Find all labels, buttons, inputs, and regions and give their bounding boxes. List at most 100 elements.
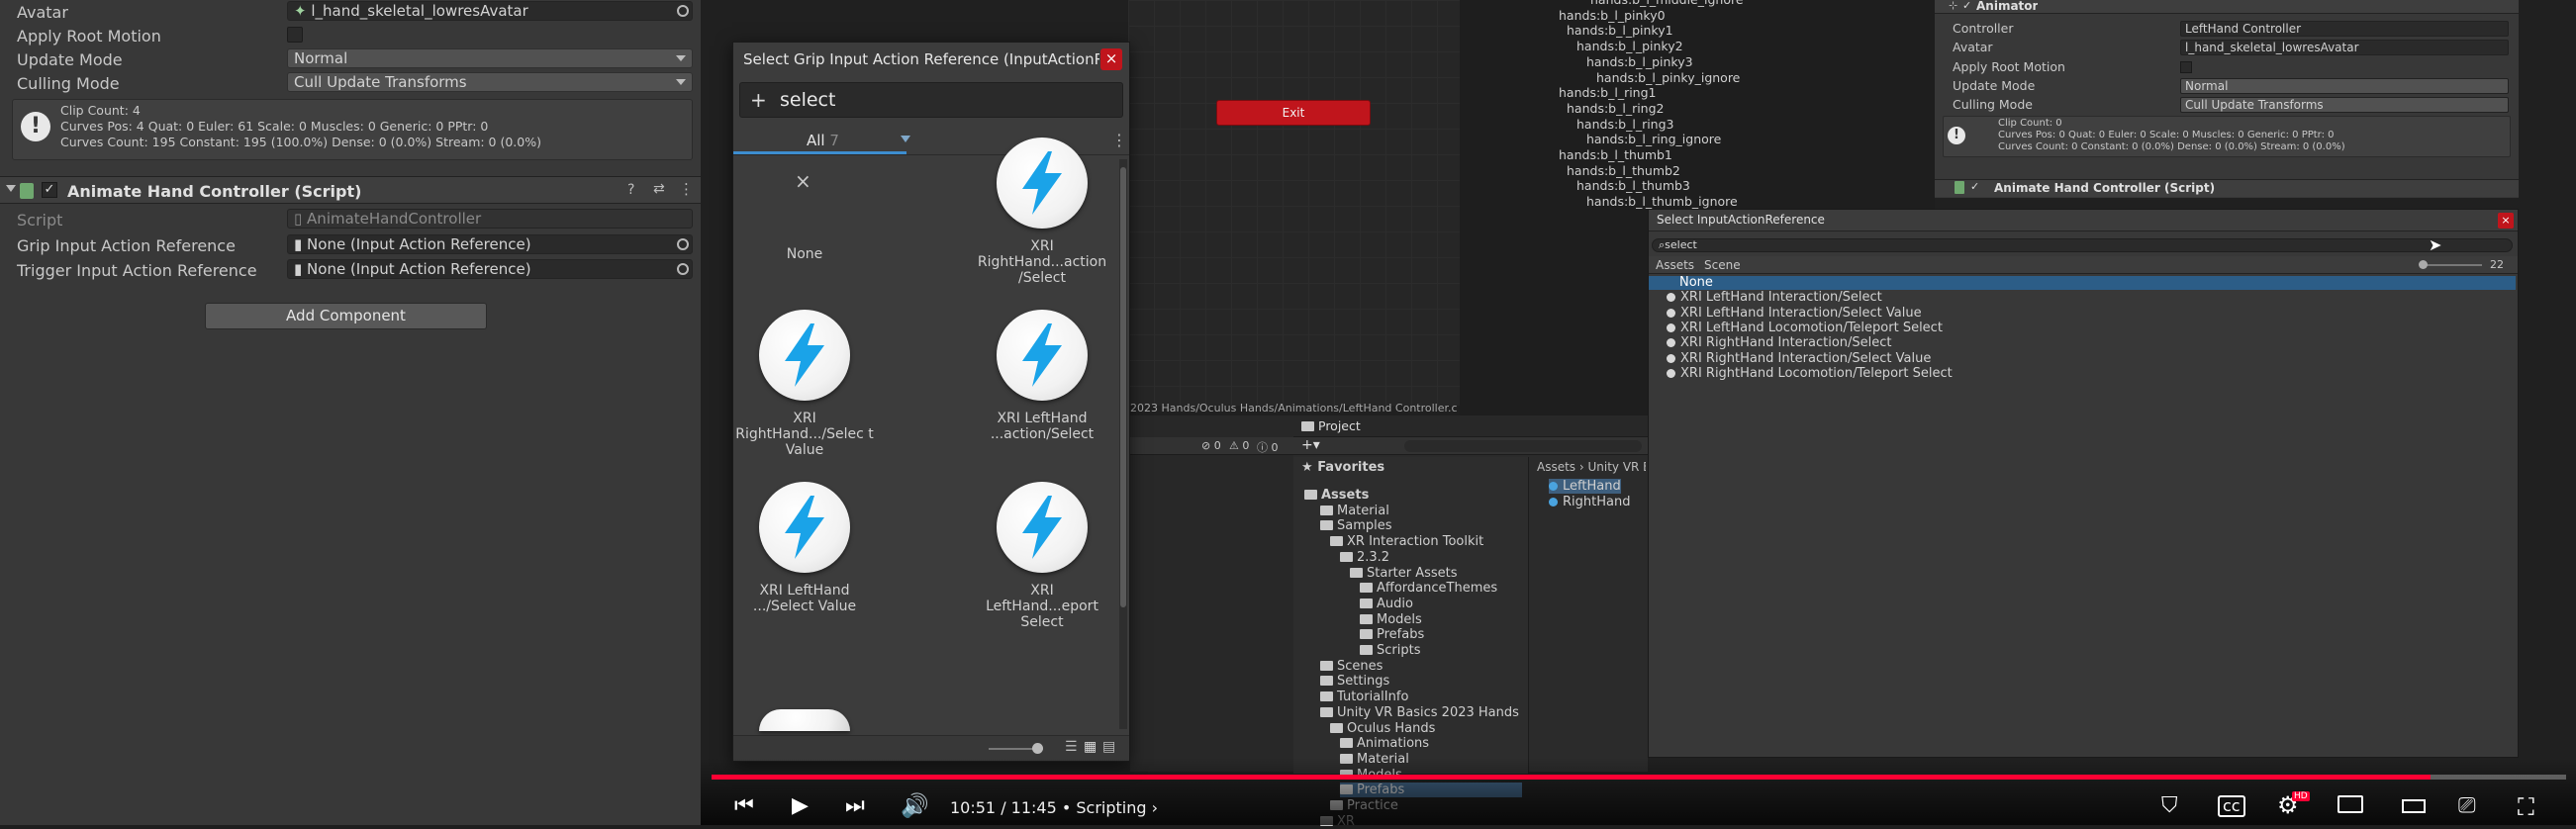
hierarchy-item[interactable]: hands:b_l_ring3 bbox=[1576, 117, 1674, 132]
chapter-text[interactable]: Scripting bbox=[1076, 798, 1146, 817]
enable-checkbox[interactable]: ✓ bbox=[42, 182, 57, 198]
select-item[interactable]: XRI LeftHand Interaction/Select Value bbox=[1667, 306, 1922, 321]
popup-search-input[interactable]: + select bbox=[739, 82, 1123, 118]
table-view-icon[interactable]: ▤ bbox=[1102, 739, 1115, 755]
component-header[interactable]: ✓ Animate Hand Controller (Script) ? ⇄ ⋮ bbox=[0, 176, 701, 204]
enable-checkbox[interactable]: ✓ bbox=[1970, 180, 1979, 193]
update-mode-dropdown[interactable]: Normal bbox=[2180, 78, 2509, 94]
project-tree-item[interactable]: Scripts bbox=[1360, 643, 1420, 658]
select-item[interactable]: XRI RightHand Interaction/Select Value bbox=[1667, 351, 1931, 366]
object-picker-icon[interactable] bbox=[677, 263, 689, 275]
sponsor-icon[interactable]: ⛉ bbox=[2161, 793, 2178, 818]
tab-assets[interactable]: Assets bbox=[1656, 258, 1694, 272]
hierarchy-item[interactable]: hands:b_l_pinky_ignore bbox=[1596, 70, 1740, 85]
hierarchy-item[interactable]: hands:b_l_pinky2 bbox=[1576, 39, 1683, 53]
project-tree-item[interactable]: XR Interaction Toolkit bbox=[1330, 534, 1483, 549]
select-item-none[interactable]: None bbox=[1679, 275, 1713, 290]
animator-header[interactable]: ⊹ ✓ Animator bbox=[1935, 0, 2519, 14]
animator-graph[interactable] bbox=[1128, 0, 1460, 406]
progress-track[interactable] bbox=[712, 775, 2566, 780]
add-icon[interactable]: +▾ bbox=[1301, 437, 1320, 453]
select-item[interactable]: XRI LeftHand Interaction/Select bbox=[1667, 290, 1882, 305]
hierarchy-item[interactable]: hands:b_l_pinky3 bbox=[1586, 54, 1693, 69]
project-tree-item[interactable]: Starter Assets bbox=[1350, 566, 1458, 581]
project-tree-item[interactable]: 2.3.2 bbox=[1340, 550, 1389, 565]
avatar-field[interactable]: l_hand_skeletal_lowresAvatar bbox=[2180, 40, 2509, 55]
favorites-label[interactable]: ★ Favorites bbox=[1301, 460, 1384, 475]
help-icon[interactable]: ? bbox=[627, 182, 634, 198]
zoom-slider-handle[interactable] bbox=[2419, 260, 2428, 269]
close-icon[interactable]: × bbox=[1100, 48, 1122, 70]
avatar-field[interactable]: ✦ l_hand_skeletal_lowresAvatar bbox=[287, 1, 693, 21]
project-tree-item[interactable]: TutorialInfo bbox=[1320, 690, 1408, 704]
grid-view-icon[interactable]: ▦ bbox=[1084, 739, 1097, 755]
next-icon[interactable]: ⏭ bbox=[845, 793, 865, 818]
kebab-menu-icon[interactable]: ⋮ bbox=[1111, 131, 1127, 149]
subtitles-icon[interactable]: cc bbox=[2218, 795, 2245, 817]
scrollbar-thumb[interactable] bbox=[1120, 167, 1126, 607]
scrollbar[interactable] bbox=[1119, 159, 1127, 729]
hierarchy-item[interactable]: hands:b_l_ring_ignore bbox=[1586, 132, 1721, 146]
previous-icon[interactable]: ⏮ bbox=[734, 793, 754, 818]
console-warn-count[interactable]: ⊘ 0 bbox=[1201, 439, 1221, 452]
project-tree-item[interactable]: Animations bbox=[1340, 736, 1429, 751]
cast-icon[interactable]: ⎚ bbox=[2458, 793, 2476, 818]
tab-all[interactable]: All 7 bbox=[807, 132, 839, 149]
miniplayer-icon[interactable] bbox=[2337, 795, 2363, 813]
culling-mode-dropdown[interactable]: Cull Update Transforms bbox=[2180, 97, 2509, 113]
culling-mode-dropdown[interactable]: Cull Update Transforms bbox=[287, 72, 693, 92]
hierarchy-item[interactable]: hands:b_l_thumb1 bbox=[1559, 147, 1672, 162]
size-slider-handle[interactable] bbox=[1032, 743, 1043, 754]
apply-root-motion-checkbox[interactable] bbox=[2180, 61, 2192, 73]
select-item[interactable]: XRI LeftHand Locomotion/Teleport Select bbox=[1667, 321, 1943, 335]
project-tree-item[interactable]: Material bbox=[1320, 504, 1389, 518]
project-file-item[interactable]: LeftHand bbox=[1549, 479, 1621, 494]
controller-field[interactable]: LeftHand Controller bbox=[2180, 21, 2509, 37]
project-tree-item[interactable]: Samples bbox=[1320, 518, 1392, 533]
hierarchy-item[interactable]: hands:b_l_middle_ignore bbox=[1590, 0, 1744, 7]
select-item[interactable]: XRI RightHand Locomotion/Teleport Select bbox=[1667, 366, 1953, 381]
grip-field[interactable]: ▮ None (Input Action Reference) bbox=[287, 234, 693, 254]
project-file-item[interactable]: RightHand bbox=[1549, 495, 1630, 509]
tab-project[interactable]: Project bbox=[1301, 418, 1361, 433]
project-tree-item[interactable]: Audio bbox=[1360, 597, 1413, 611]
filter-dropdown-icon[interactable] bbox=[901, 136, 910, 142]
exit-state-node[interactable]: Exit bbox=[1216, 100, 1371, 126]
add-component-button[interactable]: Add Component bbox=[205, 303, 487, 329]
volume-icon[interactable]: 🔊 bbox=[901, 792, 929, 819]
close-icon[interactable]: × bbox=[2498, 213, 2514, 229]
project-tree-item[interactable]: Unity VR Basics 2023 Hands bbox=[1320, 705, 1519, 720]
console-error-count[interactable]: ⓘ 0 bbox=[1257, 439, 1279, 455]
hierarchy-item[interactable]: hands:b_l_pinky1 bbox=[1567, 23, 1673, 38]
project-tree-item[interactable]: Assets bbox=[1304, 488, 1369, 503]
tab-scene[interactable]: Scene bbox=[1704, 258, 1741, 272]
select-search-input[interactable]: ⌕select bbox=[1652, 238, 2513, 252]
console-info-count[interactable]: ⚠ 0 bbox=[1229, 439, 1249, 452]
theater-mode-icon[interactable] bbox=[2402, 799, 2426, 813]
project-tree-item[interactable]: AffordanceThemes bbox=[1360, 581, 1497, 596]
hierarchy-item[interactable]: hands:b_l_thumb2 bbox=[1567, 163, 1680, 178]
preset-icon[interactable]: ⇄ bbox=[653, 181, 665, 197]
project-tree-item[interactable]: Prefabs bbox=[1360, 627, 1424, 642]
project-tree-item[interactable]: Models bbox=[1360, 612, 1422, 627]
list-view-icon[interactable]: ☰ bbox=[1065, 739, 1078, 755]
project-tree-item[interactable]: Oculus Hands bbox=[1330, 721, 1435, 736]
select-item[interactable]: XRI RightHand Interaction/Select bbox=[1667, 335, 1892, 350]
project-tree-item[interactable]: Settings bbox=[1320, 674, 1389, 689]
trigger-field[interactable]: ▮ None (Input Action Reference) bbox=[287, 259, 693, 279]
object-picker-icon[interactable] bbox=[677, 238, 689, 250]
fullscreen-icon[interactable]: ⛶ bbox=[2518, 793, 2534, 821]
zoom-slider[interactable] bbox=[2423, 264, 2482, 266]
hierarchy-item[interactable]: hands:b_l_ring2 bbox=[1567, 101, 1665, 116]
enable-checkbox[interactable]: ✓ bbox=[1962, 0, 1971, 12]
hierarchy-item[interactable]: hands:b_l_ring1 bbox=[1559, 85, 1657, 100]
update-mode-dropdown[interactable]: Normal bbox=[287, 48, 693, 68]
foldout-icon[interactable] bbox=[6, 185, 16, 192]
hierarchy-item[interactable]: hands:b_l_pinky0 bbox=[1559, 8, 1666, 23]
project-tree-item[interactable]: Scenes bbox=[1320, 659, 1383, 674]
apply-root-motion-checkbox[interactable] bbox=[287, 27, 303, 43]
play-icon[interactable]: ▶ bbox=[792, 793, 809, 818]
hierarchy-item[interactable]: hands:b_l_thumb_ignore bbox=[1586, 194, 1738, 209]
kebab-menu-icon[interactable]: ⋮ bbox=[679, 180, 694, 198]
object-picker-icon[interactable] bbox=[677, 5, 689, 17]
